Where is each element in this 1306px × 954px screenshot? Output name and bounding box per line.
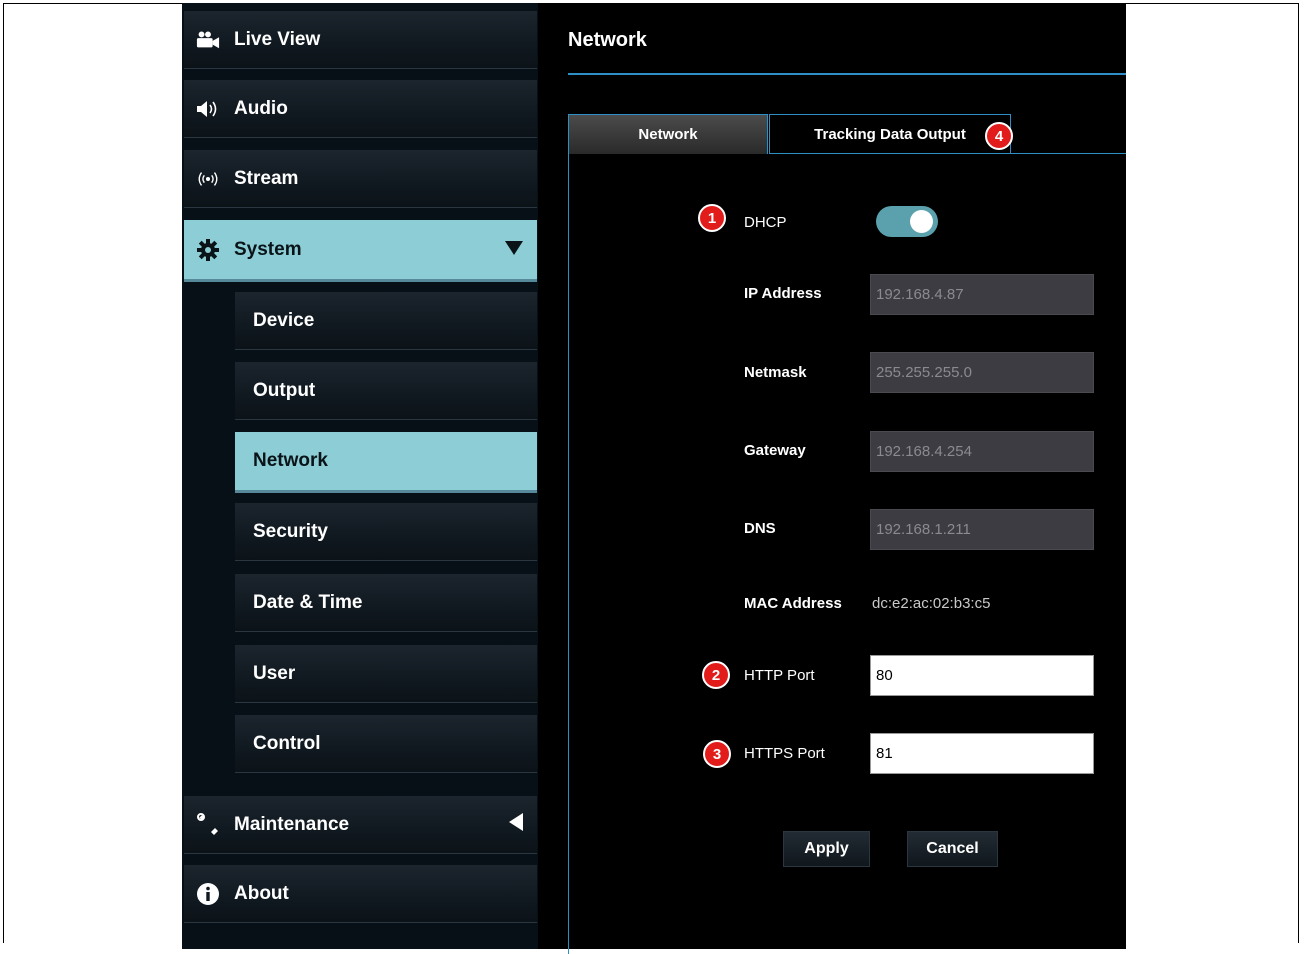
sidebar-item-live-view[interactable]: Live View	[184, 11, 537, 69]
broadcast-icon	[196, 167, 220, 191]
sidebar-subitem-label: Network	[253, 450, 328, 471]
annotation-marker-3: 3	[703, 740, 731, 768]
ip-address-field[interactable]	[870, 274, 1094, 315]
http-port-label: HTTP Port	[744, 667, 815, 684]
sidebar-item-label: Stream	[234, 167, 299, 189]
video-camera-icon	[196, 28, 220, 52]
tab-bar: Network Tracking Data Output	[568, 114, 1126, 155]
gear-icon	[196, 238, 220, 262]
sidebar-subitem-label: Control	[253, 732, 321, 754]
gateway-label: Gateway	[744, 442, 806, 459]
sidebar-subitem-security[interactable]: Security	[235, 503, 537, 561]
sidebar-item-label: System	[234, 238, 302, 260]
sidebar-subitem-label: Date & Time	[253, 591, 363, 613]
http-port-field[interactable]	[870, 655, 1094, 696]
sidebar-subitem-control[interactable]: Control	[235, 715, 537, 773]
apply-button[interactable]: Apply	[783, 831, 870, 867]
sidebar-subitem-network[interactable]: Network	[235, 432, 537, 493]
panel-border	[568, 154, 569, 954]
mac-address-label: MAC Address	[744, 595, 842, 612]
annotation-marker-1: 1	[698, 204, 726, 232]
dns-label: DNS	[744, 520, 776, 537]
https-port-label: HTTPS Port	[744, 745, 825, 762]
sidebar-item-system[interactable]: System	[184, 220, 537, 282]
netmask-field[interactable]	[870, 352, 1094, 393]
sidebar-subitem-date-time[interactable]: Date & Time	[235, 574, 537, 632]
sidebar-item-label: Maintenance	[234, 813, 350, 835]
sidebar-item-stream[interactable]: Stream	[184, 150, 537, 208]
info-icon	[196, 882, 220, 906]
dns-field[interactable]	[870, 509, 1094, 550]
sidebar-item-label: Audio	[234, 97, 288, 119]
sidebar: Live View Audio Stream System Device Out…	[182, 3, 538, 949]
dhcp-toggle[interactable]	[876, 206, 938, 237]
netmask-label: Netmask	[744, 364, 807, 381]
sidebar-item-audio[interactable]: Audio	[184, 80, 537, 138]
sidebar-item-label: Live View	[234, 28, 321, 50]
sidebar-subitem-label: Security	[253, 520, 328, 542]
sidebar-subitem-label: Device	[253, 309, 315, 331]
annotation-marker-4: 4	[985, 122, 1013, 150]
sidebar-subitem-output[interactable]: Output	[235, 362, 537, 420]
speaker-icon	[196, 97, 220, 121]
cancel-button[interactable]: Cancel	[907, 831, 998, 867]
sidebar-subitem-user[interactable]: User	[235, 645, 537, 703]
tab-tracking-data-output[interactable]: Tracking Data Output	[769, 114, 1011, 154]
tab-underline	[769, 153, 1126, 154]
wrench-icon	[196, 812, 220, 837]
tab-network[interactable]: Network	[568, 114, 768, 154]
mac-address-value: dc:e2:ac:02:b3:c5	[872, 595, 991, 612]
title-divider	[568, 73, 1126, 75]
https-port-field[interactable]	[870, 733, 1094, 774]
ip-address-label: IP Address	[744, 285, 822, 302]
gateway-field[interactable]	[870, 431, 1094, 472]
sidebar-item-maintenance[interactable]: Maintenance	[184, 796, 537, 854]
sidebar-subitem-label: User	[253, 662, 296, 684]
toggle-knob	[910, 210, 933, 233]
sidebar-item-label: About	[234, 882, 289, 904]
sidebar-item-about[interactable]: About	[184, 865, 537, 923]
sidebar-subitem-label: Output	[253, 379, 316, 401]
dhcp-label: DHCP	[744, 214, 787, 231]
sidebar-subitem-device[interactable]: Device	[235, 292, 537, 350]
caret-down-icon	[505, 239, 523, 261]
main-panel: Network Network Tracking Data Output DHC…	[538, 3, 1126, 954]
annotation-marker-2: 2	[702, 661, 730, 689]
caret-left-icon	[509, 812, 523, 837]
page-title: Network	[568, 29, 647, 51]
